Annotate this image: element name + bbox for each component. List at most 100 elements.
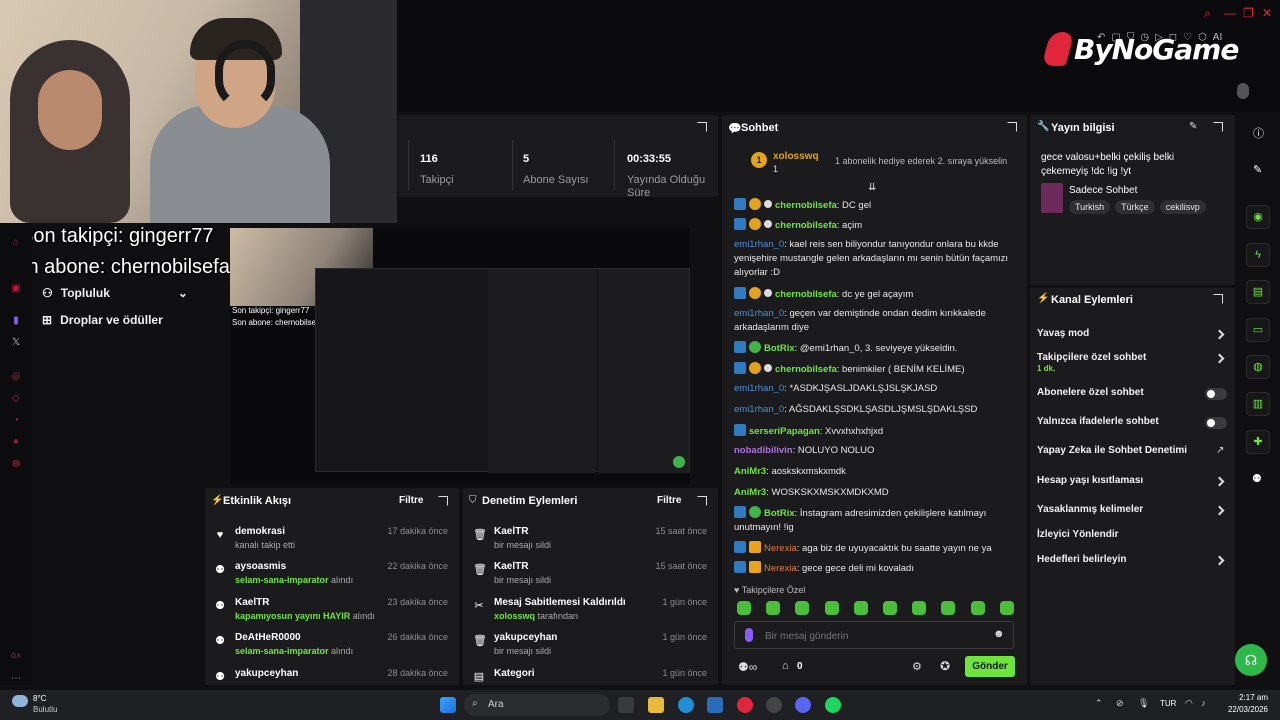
x-icon[interactable]: 𝕏: [10, 337, 22, 349]
channel-action-2[interactable]: Abonelere özel sohbet: [1037, 387, 1144, 398]
chat-username[interactable]: AniMr3: [734, 487, 766, 498]
activity-username[interactable]: demokrasi: [235, 526, 285, 537]
channel-action-4[interactable]: Yapay Zeka ile Sohbet Denetimi: [1037, 445, 1187, 456]
reward-name[interactable]: kapamıyosun yayını HAYIR: [235, 611, 350, 621]
chat-username[interactable]: emi1rhan_0: [734, 239, 784, 250]
restore-icon[interactable]: ❐: [1243, 6, 1254, 20]
moderator-name[interactable]: xolosswq: [494, 611, 535, 621]
discord-icon[interactable]: [795, 697, 811, 713]
taskbar-search[interactable]: ⌕ Ara: [464, 694, 610, 716]
volume-icon[interactable]: ♪: [1201, 698, 1206, 708]
support-headset-icon[interactable]: ☊: [1235, 644, 1267, 676]
language-indicator[interactable]: TUR: [1160, 699, 1176, 708]
gear-icon[interactable]: ⚙: [10, 459, 22, 471]
mic-tray-icon[interactable]: 🎙: [1138, 698, 1149, 709]
clock-date[interactable]: 22/03/2026: [1220, 705, 1268, 714]
moderation-action[interactable]: yakupceyhan: [494, 632, 557, 643]
channel-action-3[interactable]: Yalnızca ifadelerle sohbet: [1037, 416, 1159, 427]
channel-action-8[interactable]: Hedefleri belirleyin: [1037, 554, 1126, 565]
activity-username[interactable]: yakupceyhan: [235, 668, 298, 679]
activity-username[interactable]: KaelTR: [235, 597, 269, 608]
edit-icon[interactable]: ✎: [1189, 121, 1197, 132]
gx-icon[interactable]: GX: [10, 651, 22, 663]
windows-start-icon[interactable]: [440, 697, 456, 713]
bot-icon[interactable]: ✪: [940, 659, 950, 673]
moderation-action[interactable]: KaelTR: [494, 526, 528, 537]
channel-action-5[interactable]: Hesap yaşı kısıtlaması: [1037, 475, 1143, 486]
wifi-icon[interactable]: ◠: [1185, 698, 1193, 709]
reward-name[interactable]: selam-sana-imparator: [235, 646, 329, 656]
close-icon[interactable]: ✕: [1262, 6, 1272, 20]
store-icon[interactable]: [707, 697, 723, 713]
task-view-icon[interactable]: [618, 697, 634, 713]
camera-icon[interactable]: ◉: [1246, 205, 1270, 229]
home-icon[interactable]: ⌂: [10, 237, 22, 249]
emoji-icon[interactable]: ☻: [993, 628, 1005, 640]
obs-icon[interactable]: [766, 697, 782, 713]
more-icon[interactable]: ⋯: [10, 673, 22, 685]
layout-icon[interactable]: ▥: [1246, 392, 1270, 416]
moderation-filter-button[interactable]: Filtre: [657, 495, 681, 506]
stream-preview[interactable]: Son takipçi: gingerr77 Son abone: cherno…: [230, 228, 690, 484]
activity-expand-icon[interactable]: [438, 496, 448, 506]
emote-icon[interactable]: [912, 601, 927, 615]
emote-icon[interactable]: [737, 601, 751, 615]
moderation-action[interactable]: Kategori: [494, 668, 535, 679]
toggle-switch[interactable]: [1205, 388, 1227, 400]
info-expand-icon[interactable]: [1213, 122, 1223, 132]
moderation-action[interactable]: KaelTR: [494, 561, 528, 572]
file-explorer-icon[interactable]: [648, 697, 664, 713]
chat-username[interactable]: BotRix: [764, 508, 795, 519]
chat-username[interactable]: emi1rhan_0: [734, 383, 784, 394]
chat-username[interactable]: Nerexia: [764, 563, 797, 574]
pencil-icon[interactable]: ✎: [1253, 163, 1262, 176]
emote-icon[interactable]: [999, 601, 1014, 615]
chat-username[interactable]: emi1rhan_0: [734, 308, 784, 319]
tray-chevron-icon[interactable]: ⌃: [1095, 698, 1103, 709]
gift-icon[interactable]: ⌂: [782, 660, 789, 672]
send-button[interactable]: Gönder: [965, 656, 1015, 677]
message-icon[interactable]: ▭: [1246, 318, 1270, 342]
external-link-icon[interactable]: ↗: [1216, 445, 1224, 456]
toggle-switch[interactable]: [1205, 417, 1227, 429]
stream-icon[interactable]: ▣: [10, 283, 22, 295]
activity-username[interactable]: aysoasmis: [235, 561, 286, 572]
activity-username[interactable]: DeAtHeR0000: [235, 632, 301, 643]
chat-username[interactable]: AniMr3: [734, 466, 766, 477]
channel-action-6[interactable]: Yasaklanmış kelimeler: [1037, 504, 1143, 515]
scroll-down-icon[interactable]: ⇊: [868, 182, 876, 193]
chat-username[interactable]: nobadibilivin: [734, 445, 793, 456]
channel-action-0[interactable]: Yavaş mod: [1037, 328, 1089, 339]
emote-icon[interactable]: [941, 601, 956, 615]
settings-icon[interactable]: ◎: [10, 371, 22, 383]
chat-settings-icon[interactable]: ⚙: [912, 660, 922, 673]
coins-icon[interactable]: ⚉: [1252, 472, 1262, 485]
chat-username[interactable]: serseriPapagan: [749, 426, 820, 437]
spotify-icon[interactable]: [825, 697, 841, 713]
network-off-icon[interactable]: ⊘: [1116, 698, 1124, 709]
stats-expand-icon[interactable]: [697, 122, 707, 132]
twitch-icon[interactable]: ▮: [10, 315, 22, 327]
actions-expand-icon[interactable]: [1213, 294, 1223, 304]
tag-chip[interactable]: Turkish: [1069, 200, 1111, 214]
chat-username[interactable]: Nerexia: [764, 543, 797, 554]
info-icon[interactable]: ⓘ: [1253, 125, 1264, 141]
points-icon[interactable]: ⚉∞: [738, 660, 757, 674]
chat-username[interactable]: chernobilsefa: [775, 220, 837, 231]
badge-icon[interactable]: ◇: [10, 393, 22, 405]
emote-icon[interactable]: [824, 601, 839, 615]
chat-username[interactable]: chernobilsefa: [775, 289, 837, 300]
chat-username[interactable]: chernobilsefa: [775, 364, 837, 375]
emote-icon[interactable]: [853, 601, 868, 615]
emote-icon[interactable]: [970, 601, 985, 615]
moderation-expand-icon[interactable]: [697, 496, 707, 506]
reward-name[interactable]: selam-sana-imparator: [235, 575, 329, 585]
tag-chip[interactable]: cekilisvp: [1159, 200, 1206, 214]
moderation-action[interactable]: Mesaj Sabitlemesi Kaldırıldı: [494, 597, 626, 608]
puzzle-icon[interactable]: ✦: [10, 437, 22, 449]
mic-icon[interactable]: [745, 628, 753, 642]
search-icon[interactable]: ⌕: [1204, 6, 1211, 21]
emote-icon[interactable]: [795, 601, 810, 615]
emote-icon[interactable]: [883, 601, 897, 615]
clock-time[interactable]: 2:17 am: [1228, 693, 1268, 702]
